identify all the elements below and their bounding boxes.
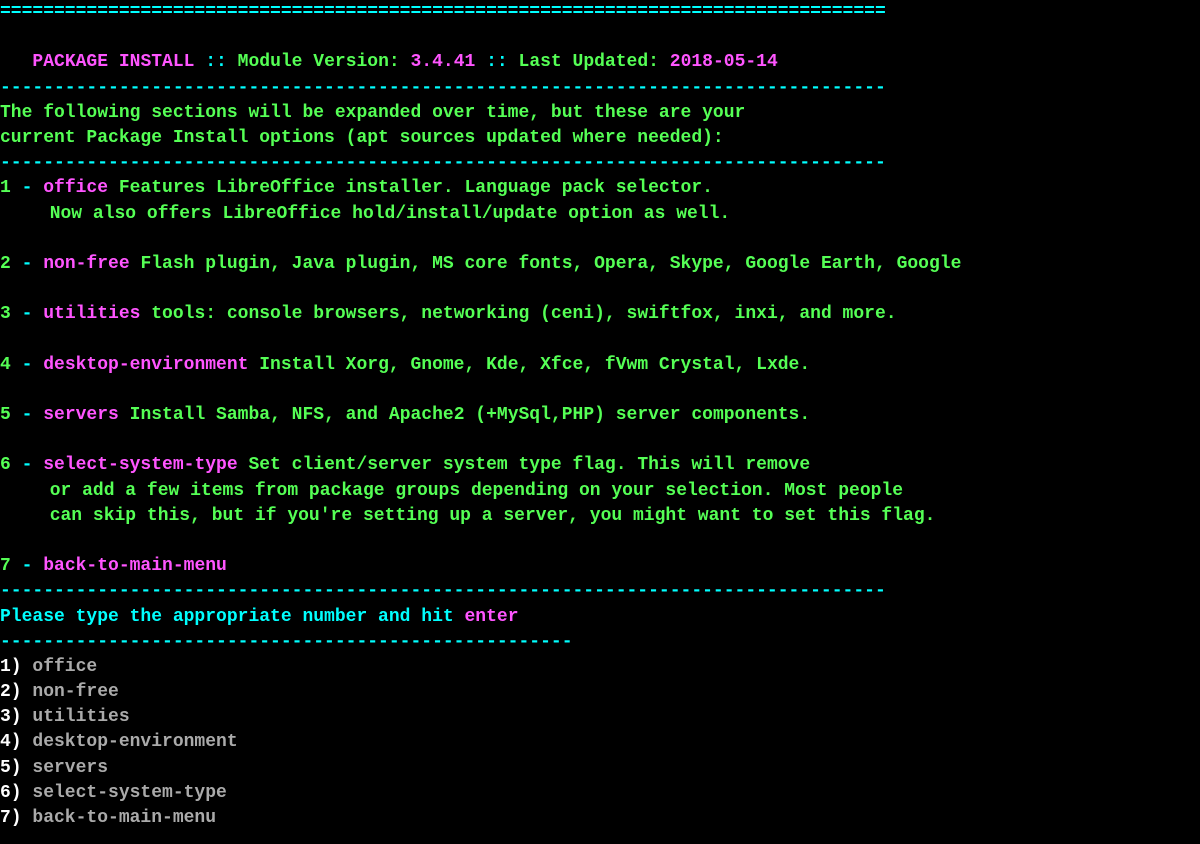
prompt-line: Please type the appropriate number and h… [0,605,1200,630]
list-item-servers[interactable]: 5) servers [0,756,1200,781]
list-item-name: desktop-environment [32,732,237,752]
list-item-number: 6) [0,783,32,803]
last-updated-label: Last Updated: [519,52,670,72]
list-item-number: 5) [0,758,32,778]
divider-before-prompt: ----------------------------------------… [0,581,886,601]
header-line: PACKAGE INSTALL :: Module Version: 3.4.4… [0,25,1200,75]
option-number: 5 [0,405,11,425]
blank-line [0,327,1200,352]
menu-option-select-system-type[interactable]: 6 - select-system-type Set client/server… [0,453,1200,478]
option-dash: - [11,405,43,425]
list-item-office[interactable]: 1) office [0,655,1200,680]
menu-option-utilities[interactable]: 3 - utilities tools: console browsers, n… [0,302,1200,327]
option-key: office [43,178,108,198]
last-updated-value: 2018-05-14 [670,52,778,72]
prompt-text: Please type the appropriate number and h… [0,607,464,627]
blank-line [0,227,1200,252]
option-dash: - [11,455,43,475]
option-number: 1 [0,178,11,198]
menu-option-servers[interactable]: 5 - servers Install Samba, NFS, and Apac… [0,403,1200,428]
prompt-enter: enter [464,607,518,627]
blank-line [0,277,1200,302]
app-title: PACKAGE INSTALL [32,52,194,72]
list-item-name: utilities [32,707,129,727]
divider-header-bottom: ----------------------------------------… [0,78,886,98]
list-item-name: non-free [32,682,118,702]
list-item-back-to-main-menu[interactable]: 7) back-to-main-menu [0,806,1200,831]
option-description-cont: can skip this, but if you're setting up … [0,504,1200,529]
module-version-label: Module Version: [238,52,411,72]
option-description: Features LibreOffice installer. Language… [108,178,713,198]
blank-line [0,428,1200,453]
option-number: 4 [0,355,11,375]
option-description: Set client/server system type flag. This… [238,455,811,475]
divider-after-prompt: ----------------------------------------… [0,632,573,652]
option-description: Install Xorg, Gnome, Kde, Xfce, fVwm Cry… [248,355,810,375]
list-item-number: 3) [0,707,32,727]
menu-option-desktop-environment[interactable]: 4 - desktop-environment Install Xorg, Gn… [0,353,1200,378]
menu-option-back-to-main-menu[interactable]: 7 - back-to-main-menu [0,554,1200,579]
list-item-desktop-environment[interactable]: 4) desktop-environment [0,730,1200,755]
list-item-utilities[interactable]: 3) utilities [0,705,1200,730]
option-number: 6 [0,455,11,475]
option-dash: - [11,304,43,324]
list-item-name: servers [32,758,108,778]
option-key: servers [43,405,119,425]
option-key: select-system-type [43,455,237,475]
option-dash: - [11,355,43,375]
module-version-value: 3.4.41 [411,52,476,72]
blank-line [0,529,1200,554]
option-description: tools: console browsers, networking (cen… [140,304,896,324]
option-key: back-to-main-menu [43,556,227,576]
option-key: utilities [43,304,140,324]
intro-line1: The following sections will be expanded … [0,103,745,123]
option-description-cont: Now also offers LibreOffice hold/install… [0,202,1200,227]
option-description-cont: or add a few items from package groups d… [0,479,1200,504]
option-key: non-free [43,254,129,274]
option-dash: - [11,556,43,576]
sep2: :: [475,52,518,72]
list-item-number: 4) [0,732,32,752]
list-item-non-free[interactable]: 2) non-free [0,680,1200,705]
blank-line [0,378,1200,403]
list-item-number: 2) [0,682,32,702]
list-item-name: office [32,657,97,677]
option-description: Install Samba, NFS, and Apache2 (+MySql,… [119,405,810,425]
option-number: 2 [0,254,11,274]
option-dash: - [11,178,43,198]
list-item-select-system-type[interactable]: 6) select-system-type [0,781,1200,806]
menu-option-non-free[interactable]: 2 - non-free Flash plugin, Java plugin, … [0,252,1200,277]
list-item-number: 1) [0,657,32,677]
menu-option-office[interactable]: 1 - office Features LibreOffice installe… [0,176,1200,201]
option-dash: - [11,254,43,274]
option-number: 7 [0,556,11,576]
option-number: 3 [0,304,11,324]
option-key: desktop-environment [43,355,248,375]
divider-top: ========================================… [0,2,886,22]
list-item-name: select-system-type [32,783,226,803]
option-description: Flash plugin, Java plugin, MS core fonts… [130,254,962,274]
list-item-name: back-to-main-menu [32,808,216,828]
list-item-number: 7) [0,808,32,828]
intro-line2: current Package Install options (apt sou… [0,128,724,148]
divider-intro-bottom: ----------------------------------------… [0,153,886,173]
sep1: :: [194,52,237,72]
